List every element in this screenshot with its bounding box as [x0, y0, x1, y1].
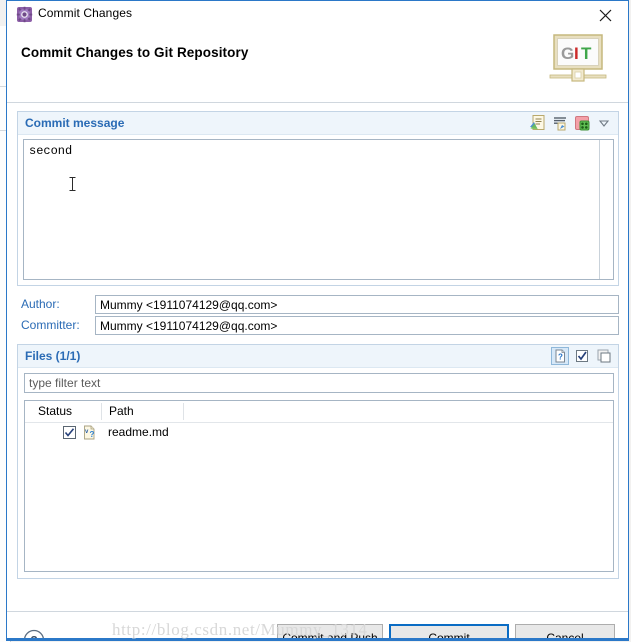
row-path-value: readme.md — [108, 425, 169, 439]
gear-icon — [16, 6, 33, 23]
row-checkbox[interactable] — [63, 426, 76, 439]
chevron-down-icon[interactable] — [595, 114, 613, 132]
dialog-title: Commit Changes — [38, 6, 133, 20]
commit-message-scrollbar[interactable] — [599, 140, 613, 279]
window-bottom-accent — [6, 639, 629, 641]
dialog-titlebar: Commit Changes — [7, 1, 628, 29]
text-cursor-icon — [68, 176, 77, 192]
author-label: Author: — [21, 297, 60, 311]
committer-label: Committer: — [21, 318, 80, 332]
page-title: Commit Changes to Git Repository — [21, 45, 249, 60]
commit-message-group-title: Commit message — [25, 116, 125, 130]
dialog-footer: ? Commit and Push Commit Cancel — [7, 611, 628, 638]
commit-message-toolbar — [529, 114, 613, 132]
files-table: Status Path v ? readme.md — [24, 400, 614, 572]
column-divider[interactable] — [183, 403, 184, 420]
add-change-id-icon[interactable] — [573, 114, 591, 132]
commit-message-input[interactable]: second — [23, 139, 614, 280]
svg-text:?: ? — [558, 353, 563, 362]
column-divider[interactable] — [101, 403, 102, 420]
column-header-path[interactable]: Path — [109, 404, 134, 418]
svg-text:T: T — [581, 44, 592, 63]
git-logo-icon: G I T — [548, 31, 610, 87]
close-icon[interactable] — [584, 1, 628, 28]
cancel-button[interactable]: Cancel — [515, 624, 615, 638]
untracked-file-icon: v ? — [82, 425, 97, 440]
files-group: Files (1/1) ? type filter text Status Pa… — [17, 344, 619, 579]
commit-and-push-button[interactable]: Commit and Push — [277, 624, 383, 638]
table-row[interactable]: v ? readme.md — [25, 423, 613, 443]
svg-text:G: G — [561, 44, 574, 63]
svg-text:?: ? — [90, 430, 95, 439]
add-signed-off-by-icon[interactable] — [529, 114, 547, 132]
deselect-all-icon[interactable] — [595, 347, 613, 365]
commit-message-group-header: Commit message — [18, 112, 618, 135]
select-all-icon[interactable] — [573, 347, 591, 365]
files-table-header: Status Path — [25, 401, 613, 423]
filter-input[interactable] — [24, 373, 614, 393]
author-row: Author: — [17, 295, 619, 314]
files-group-title: Files (1/1) — [25, 349, 81, 363]
show-untracked-files-icon[interactable]: ? — [551, 347, 569, 365]
files-toolbar: ? — [551, 347, 613, 365]
committer-field[interactable] — [95, 316, 619, 335]
commit-message-value: second — [29, 144, 73, 158]
files-group-header: Files (1/1) ? — [18, 345, 618, 368]
column-header-status[interactable]: Status — [38, 404, 72, 418]
author-field[interactable] — [95, 295, 619, 314]
dialog-header: Commit Changes to Git Repository G I T — [7, 29, 628, 103]
dialog-body: Commit message second Author: Mummy <191… — [7, 103, 628, 611]
amend-commit-icon[interactable] — [551, 114, 569, 132]
commit-changes-dialog: Commit Changes Commit Changes to Git Rep… — [6, 0, 629, 639]
committer-row: Committer: — [17, 316, 619, 335]
svg-text:I: I — [574, 44, 579, 63]
commit-button[interactable]: Commit — [389, 624, 509, 638]
commit-message-group: Commit message second — [17, 111, 619, 286]
help-icon[interactable]: ? — [23, 629, 45, 638]
